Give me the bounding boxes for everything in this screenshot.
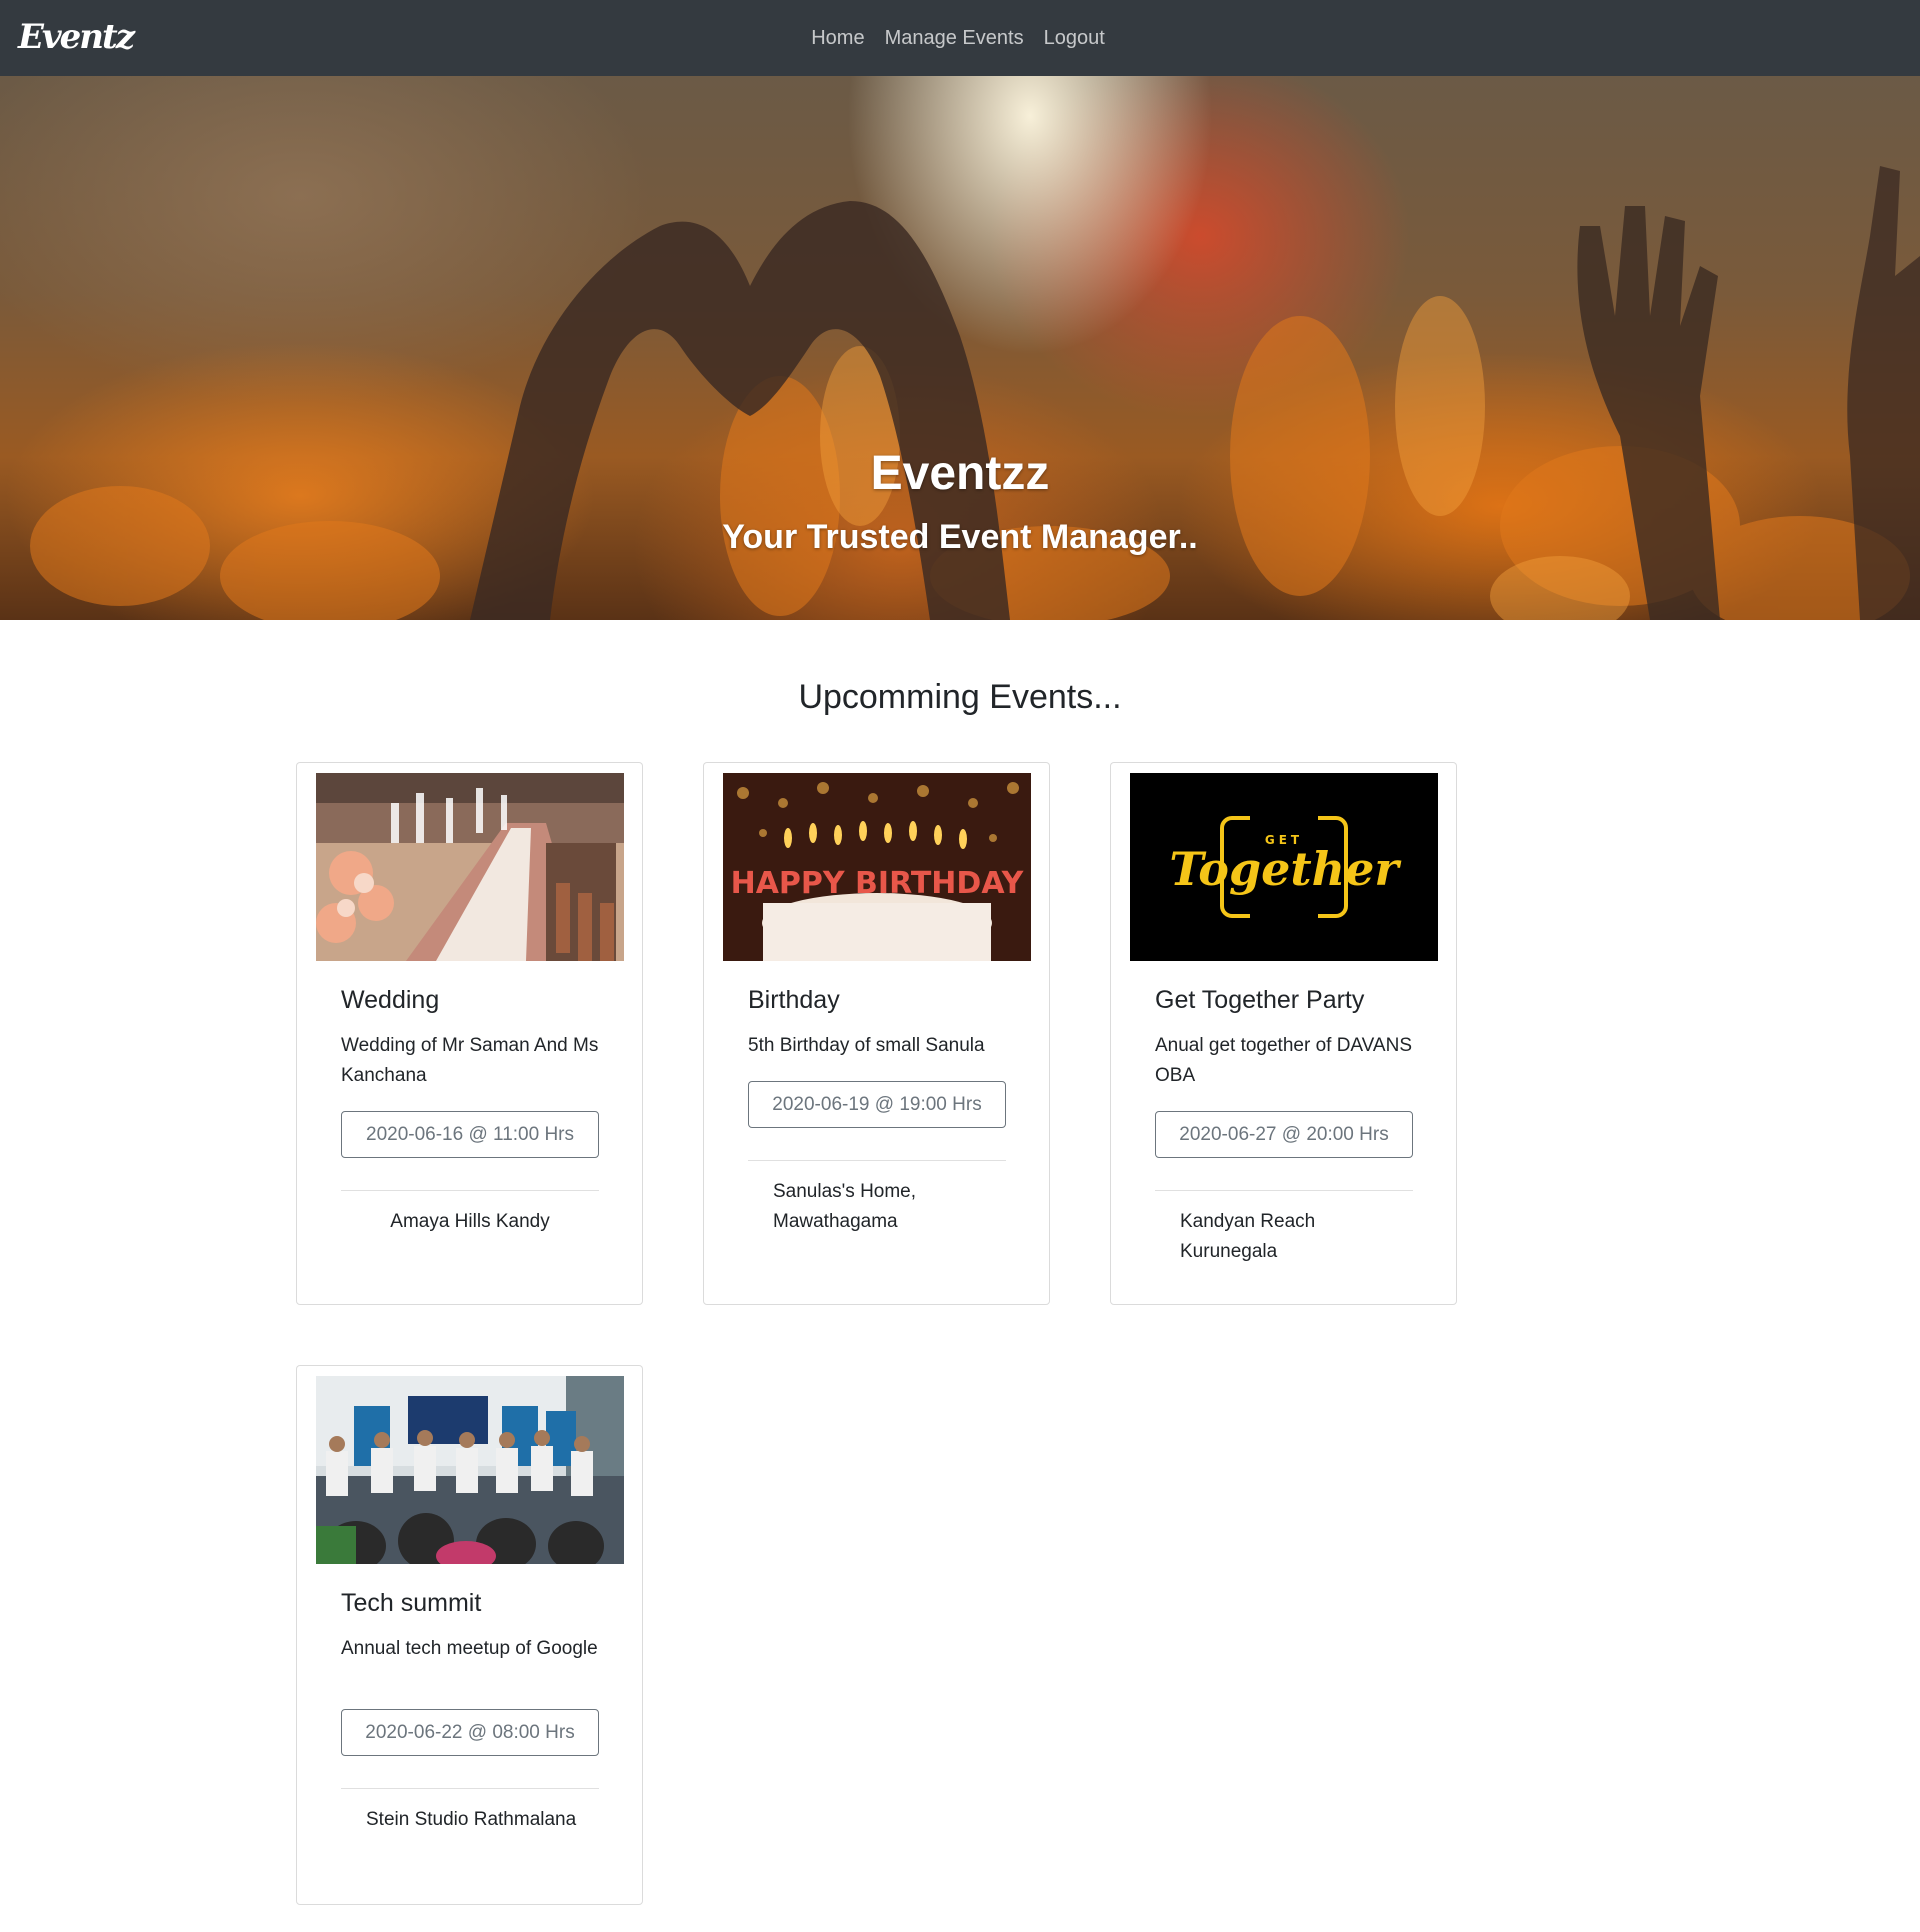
birthday-image: HAPPY BIRTHDAY [723,773,1031,961]
card-divider [748,1160,1006,1161]
card-divider [341,1190,599,1191]
top-navbar: Eventz Home Manage Events Logout [0,0,1920,76]
svg-text:Together: Together [1169,842,1402,896]
event-date-button[interactable]: 2020-06-22 @ 08:00 Hrs [341,1709,599,1756]
event-card-tech-summit: Tech summit Annual tech meetup of Google… [296,1365,643,1905]
nav-link-manage-events[interactable]: Manage Events [885,27,1024,50]
card-divider [341,1788,599,1789]
event-card-wedding: Wedding Wedding of Mr Saman And Ms Kanch… [296,762,643,1305]
event-title: Wedding [341,986,440,1014]
hero-subtitle: Your Trusted Event Manager.. [722,518,1198,556]
svg-text:HAPPY BIRTHDAY: HAPPY BIRTHDAY [731,866,1025,901]
event-description: Annual tech meetup of Google [341,1638,598,1659]
event-title: Get Together Party [1155,986,1365,1014]
event-venue: Stein Studio Rathmalana [366,1809,577,1830]
nav-link-logout[interactable]: Logout [1044,27,1105,50]
card-divider [1155,1190,1413,1191]
event-description: Anual get together of DAVANS OBA [1155,1035,1413,1086]
event-venue: Sanulas's Home, Mawathagama [773,1181,917,1232]
hero-banner: Eventzz Your Trusted Event Manager.. [0,76,1920,620]
event-description: Wedding of Mr Saman And Ms Kanchana [341,1035,599,1086]
hero-title: Eventzz [870,447,1050,500]
nav-links: Home Manage Events Logout [0,0,1920,76]
event-card-birthday: HAPPY BIRTHDAY Birthday 5th Birthday of … [703,762,1050,1305]
event-card-get-together: GET Together Get Together Party Anual ge… [1110,762,1457,1305]
event-title: Birthday [748,986,840,1014]
event-date-button[interactable]: 2020-06-16 @ 11:00 Hrs [341,1111,599,1158]
tech-summit-image [316,1376,624,1564]
event-title: Tech summit [341,1589,482,1617]
event-date-button[interactable]: 2020-06-19 @ 19:00 Hrs [748,1081,1006,1128]
event-venue: Amaya Hills Kandy [390,1211,550,1232]
section-title: Upcomming Events... [798,678,1122,716]
wedding-image [316,773,624,961]
event-description: 5th Birthday of small Sanula [748,1035,985,1056]
event-date-button[interactable]: 2020-06-27 @ 20:00 Hrs [1155,1111,1413,1158]
get-together-image: GET Together [1130,773,1438,961]
event-venue: Kandyan Reach Kurunegala [1180,1211,1316,1262]
nav-link-home[interactable]: Home [811,27,864,50]
